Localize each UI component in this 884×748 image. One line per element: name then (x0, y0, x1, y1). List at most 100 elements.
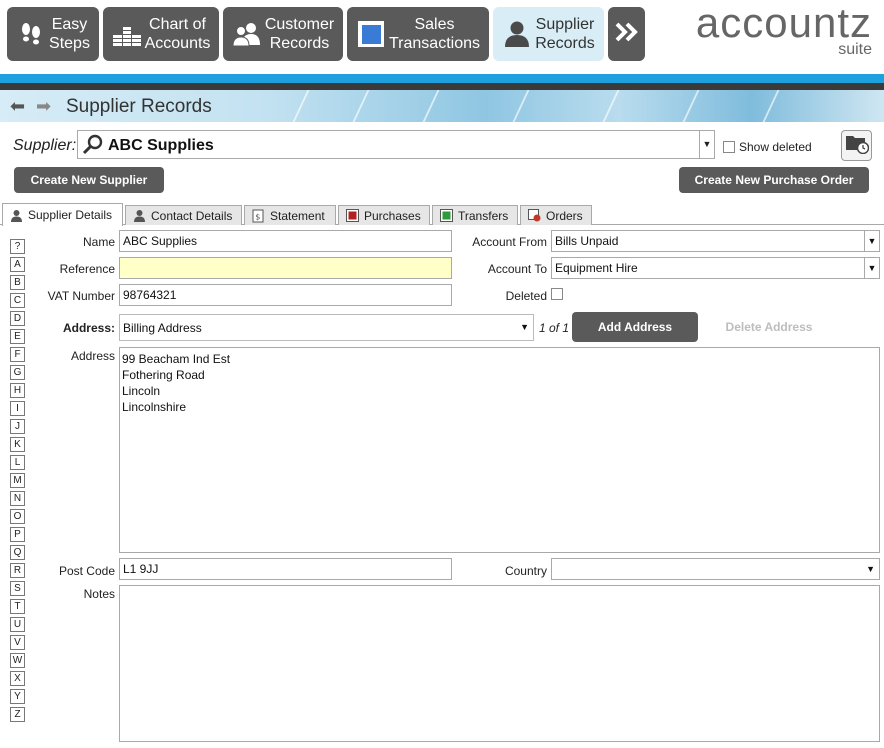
alpha-index-button[interactable]: T (10, 599, 25, 614)
history-folder-button[interactable] (841, 130, 872, 161)
nav-label-line1: Chart of (149, 16, 206, 33)
address-textarea[interactable]: 99 Beacham Ind Est Fothering Road Lincol… (119, 347, 880, 553)
address-count: 1 of 1 (539, 321, 570, 335)
alpha-index-button[interactable]: W (10, 653, 25, 668)
alpha-index-button[interactable]: H (10, 383, 25, 398)
account-to-label: Account To (487, 262, 547, 276)
account-to-value: Equipment Hire (555, 261, 638, 275)
address-select-label: Address: (62, 321, 115, 335)
nav-more-button[interactable] (608, 7, 645, 61)
alpha-index-button[interactable]: D (10, 311, 25, 326)
vat-number-label: VAT Number (47, 289, 115, 303)
forward-arrow-icon[interactable]: ➡ (36, 97, 51, 115)
postcode-input[interactable]: L1 9JJ (119, 558, 452, 580)
tab-contact-details[interactable]: Contact Details (125, 205, 242, 225)
supplier-selector[interactable]: ABC Supplies ▼ (77, 130, 715, 159)
alpha-index-button[interactable]: Z (10, 707, 25, 722)
alpha-index-button[interactable]: U (10, 617, 25, 632)
alpha-index-button[interactable]: L (10, 455, 25, 470)
tab-statement[interactable]: $ Statement (244, 205, 336, 225)
alpha-index-button[interactable]: G (10, 365, 25, 380)
country-label: Country (504, 564, 547, 578)
alpha-index-button[interactable]: Y (10, 689, 25, 704)
alpha-index-button[interactable]: V (10, 635, 25, 650)
nav-label-line1: Easy (51, 16, 88, 33)
nav-easy-steps-button[interactable]: Easy Steps (7, 7, 99, 61)
nav-label-line2: Records (269, 35, 330, 52)
alpha-index-button[interactable]: P (10, 527, 25, 542)
tab-supplier-details[interactable]: Supplier Details (2, 203, 123, 226)
deleted-checkbox[interactable] (551, 288, 563, 300)
alpha-index-button[interactable]: I (10, 401, 25, 416)
alpha-index-button[interactable]: N (10, 491, 25, 506)
alpha-index-button[interactable]: R (10, 563, 25, 578)
address-type-select[interactable]: Billing Address ▼ (119, 314, 534, 341)
chevron-down-icon[interactable]: ▼ (520, 322, 529, 332)
alpha-index-button[interactable]: M (10, 473, 25, 488)
back-arrow-icon[interactable]: ⬅ (10, 97, 25, 115)
chevron-down-icon[interactable]: ▼ (864, 258, 879, 278)
tab-purchases[interactable]: Purchases (338, 205, 430, 225)
alpha-index-button[interactable]: ? (10, 239, 25, 254)
nav-supplier-records-button[interactable]: Supplier Records (493, 7, 604, 61)
nav-label-line2: Steps (49, 35, 90, 52)
add-address-button[interactable]: Add Address (572, 312, 698, 342)
create-purchase-order-button[interactable]: Create New Purchase Order (679, 167, 869, 193)
alpha-index-button[interactable]: S (10, 581, 25, 596)
banner-decoration (682, 90, 700, 122)
chevron-down-icon[interactable]: ▼ (864, 231, 879, 251)
alpha-index-button[interactable]: F (10, 347, 25, 362)
tab-label: Supplier Details (28, 208, 113, 222)
svg-text:$: $ (255, 212, 260, 221)
supplier-icon (502, 19, 532, 49)
alpha-index-button[interactable]: E (10, 329, 25, 344)
nav-sales-transactions-button[interactable]: Sales Transactions (347, 7, 489, 61)
delete-address-label: Delete Address (725, 320, 813, 334)
folder-clock-icon (845, 132, 869, 159)
tab-orders[interactable]: Orders (520, 205, 592, 225)
chevron-down-icon[interactable]: ▼ (866, 564, 875, 574)
banner-decoration (352, 90, 370, 122)
add-address-label: Add Address (597, 320, 673, 334)
chevron-down-icon[interactable]: ▼ (699, 131, 714, 158)
alpha-index-button[interactable]: O (10, 509, 25, 524)
green-box-icon (439, 209, 453, 223)
alpha-index-button[interactable]: K (10, 437, 25, 452)
person-icon (132, 209, 146, 223)
name-input[interactable]: ABC Supplies (119, 230, 452, 252)
account-from-label: Account From (472, 235, 547, 249)
alpha-index-button[interactable]: A (10, 257, 25, 272)
nav-label-line2: Records (535, 35, 595, 52)
alpha-index-button[interactable]: B (10, 275, 25, 290)
accountz-logo: accountz suite (696, 2, 872, 58)
notes-textarea[interactable] (119, 585, 880, 742)
delete-address-button[interactable]: Delete Address (706, 312, 832, 342)
address-label: Address (70, 349, 115, 363)
address-line: Fothering Road (122, 368, 205, 382)
account-from-value: Bills Unpaid (555, 234, 619, 248)
country-select[interactable]: ▼ (551, 558, 880, 580)
supplier-label: Supplier: (13, 137, 77, 154)
alpha-index-button[interactable]: C (10, 293, 25, 308)
alpha-index-button[interactable]: J (10, 419, 25, 434)
vat-number-input[interactable]: 98764321 (119, 284, 452, 306)
alpha-index-button[interactable]: Q (10, 545, 25, 560)
show-deleted-checkbox[interactable] (723, 141, 735, 153)
footprints-icon (16, 19, 46, 49)
header-divider (0, 83, 884, 90)
nav-customer-records-button[interactable]: Customer Records (223, 7, 343, 61)
account-from-select[interactable]: Bills Unpaid ▼ (551, 230, 880, 252)
create-new-supplier-button[interactable]: Create New Supplier (14, 167, 164, 193)
tab-transfers[interactable]: Transfers (432, 205, 518, 225)
postcode-label: Post Code (58, 564, 115, 578)
account-to-select[interactable]: Equipment Hire ▼ (551, 257, 880, 279)
nav-chart-of-accounts-button[interactable]: Chart of Accounts (103, 7, 219, 61)
tab-label: Orders (546, 208, 583, 223)
banner-decoration (512, 90, 530, 122)
tab-label: Purchases (364, 208, 421, 223)
alpha-index-button[interactable]: X (10, 671, 25, 686)
logo-brand: accountz (695, 0, 872, 46)
address-line: Lincoln (122, 384, 161, 398)
reference-input[interactable] (119, 257, 452, 279)
address-line: Lincolnshire (122, 400, 187, 414)
